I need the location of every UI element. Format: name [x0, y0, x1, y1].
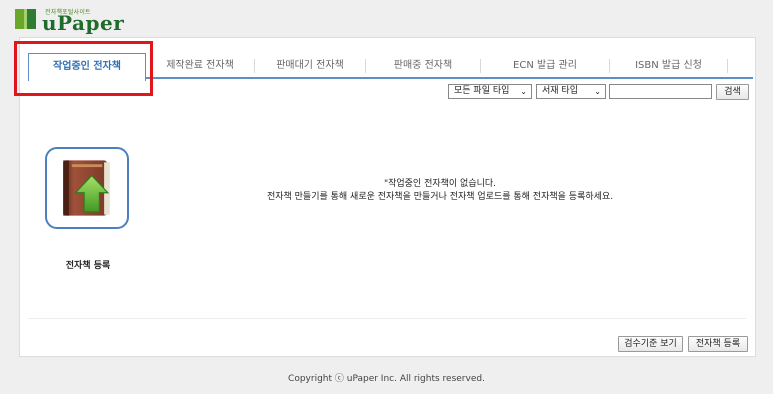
tab-in-progress[interactable]: 작업중인 전자책 [28, 53, 146, 81]
logo-brand: uPaper [42, 11, 125, 35]
chevron-down-icon: ⌄ [520, 87, 527, 96]
register-ebook-label[interactable]: 전자책 등록 [46, 258, 130, 271]
book-type-select[interactable]: 서재 타입 ⌄ [536, 84, 606, 99]
tab-ecn[interactable]: ECN 발급 관리 [481, 53, 609, 79]
footer-copyright: Copyright ⓒ uPaper Inc. All rights reser… [288, 374, 485, 384]
tab-pending-sale[interactable]: 판매대기 전자책 [255, 53, 365, 79]
file-type-value: 모든 파일 타입 [454, 86, 510, 96]
tab-bar: 작업중인 전자책 제작완료 전자책 판매대기 전자책 판매중 전자책 ECN 발… [28, 53, 753, 81]
view-criteria-button[interactable]: 검수기준 보기 [618, 336, 683, 352]
tab-completed[interactable]: 제작완료 전자책 [146, 53, 254, 79]
book-logo-icon [15, 9, 36, 29]
register-ebook-tile[interactable] [45, 147, 129, 229]
tab-divider [727, 59, 728, 73]
divider [28, 318, 746, 319]
register-ebook-button[interactable]: 전자책 등록 [688, 336, 748, 352]
empty-state-line-1: "작업중인 전자책이 없습니다. [383, 179, 497, 189]
tab-isbn[interactable]: ISBN 발급 신청 [610, 53, 727, 79]
book-upload-icon [63, 160, 110, 216]
search-input[interactable] [609, 84, 712, 99]
search-button[interactable]: 검색 [716, 84, 749, 100]
site-logo[interactable]: 전자책포털사이트 uPaper [14, 4, 134, 34]
chevron-down-icon: ⌄ [594, 87, 601, 96]
book-type-value: 서재 타입 [542, 86, 578, 96]
empty-state-message: "작업중인 전자책이 없습니다. 전자책 만들기를 통해 새로운 전자책을 만들… [150, 178, 730, 204]
file-type-select[interactable]: 모든 파일 타입 ⌄ [448, 84, 532, 99]
empty-state-line-2: 전자책 만들기를 통해 새로운 전자책을 만들거나 전자책 업로드를 통해 전자… [266, 192, 614, 202]
tab-on-sale[interactable]: 판매중 전자책 [366, 53, 480, 79]
